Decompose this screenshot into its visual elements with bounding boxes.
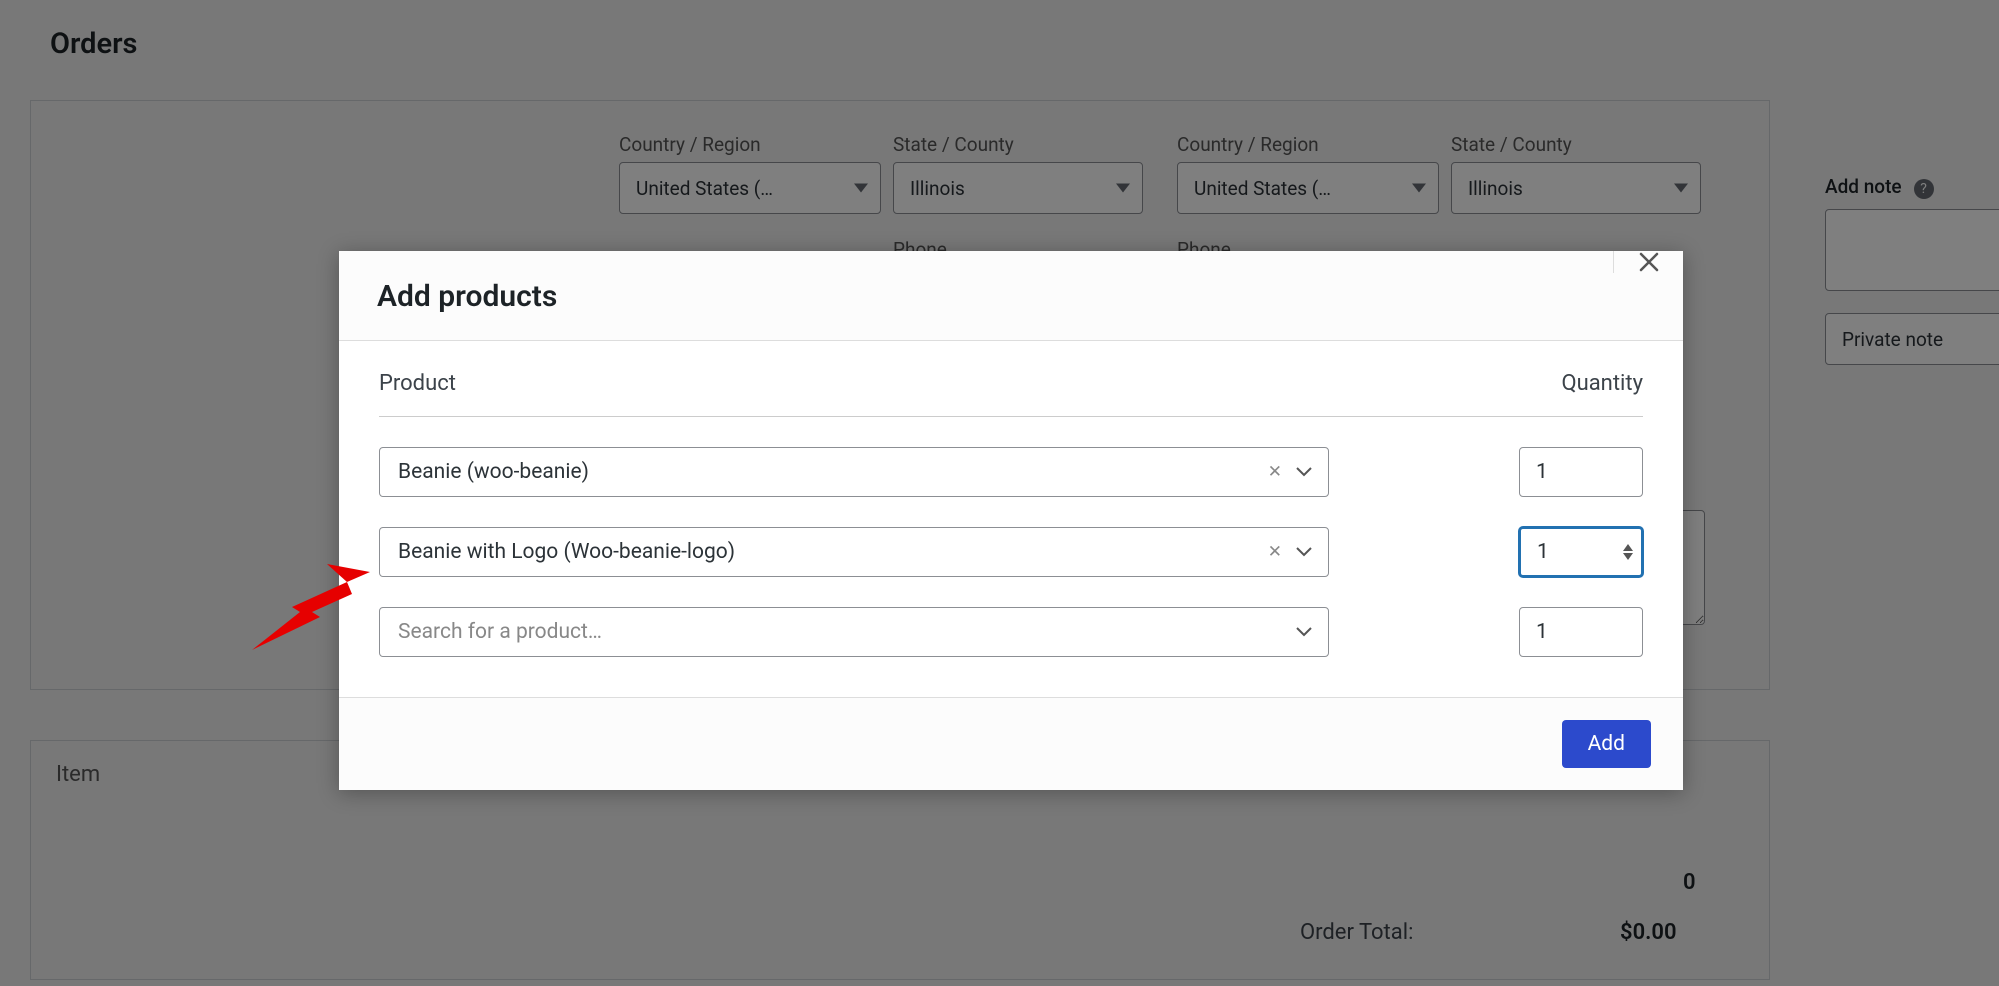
modal-header: Add products: [339, 251, 1683, 341]
product-row: Beanie (woo-beanie) ✕: [379, 447, 1643, 497]
columns-header: Product Quantity: [379, 371, 1643, 417]
product-column-header: Product: [379, 371, 456, 396]
close-button[interactable]: [1613, 251, 1683, 273]
quantity-wrap: [1519, 527, 1643, 577]
decrement-icon[interactable]: [1623, 553, 1633, 560]
add-products-modal: Add products Product Quantity Beanie (wo…: [339, 251, 1683, 790]
product-search-select[interactable]: Search for a product…: [379, 607, 1329, 657]
quantity-wrap: [1519, 447, 1643, 497]
modal-body: Product Quantity Beanie (woo-beanie) ✕ B…: [339, 341, 1683, 697]
product-row: Beanie with Logo (Woo-beanie-logo) ✕: [379, 527, 1643, 577]
quantity-wrap: [1519, 607, 1643, 657]
quantity-stepper[interactable]: [1619, 533, 1637, 571]
product-row: Search for a product…: [379, 607, 1643, 657]
quantity-input[interactable]: [1519, 447, 1643, 497]
product-placeholder: Search for a product…: [398, 620, 602, 644]
modal-footer: Add: [339, 697, 1683, 790]
increment-icon[interactable]: [1623, 544, 1633, 551]
product-select[interactable]: Beanie with Logo (Woo-beanie-logo) ✕: [379, 527, 1329, 577]
chevron-down-icon: [1296, 467, 1312, 477]
chevron-down-icon: [1296, 547, 1312, 557]
quantity-column-header: Quantity: [1561, 371, 1643, 396]
quantity-input[interactable]: [1519, 607, 1643, 657]
modal-title: Add products: [377, 279, 557, 314]
product-value: Beanie with Logo (Woo-beanie-logo): [398, 540, 735, 564]
chevron-down-icon: [1296, 627, 1312, 637]
clear-icon[interactable]: ✕: [1268, 462, 1282, 482]
product-select[interactable]: Beanie (woo-beanie) ✕: [379, 447, 1329, 497]
clear-icon[interactable]: ✕: [1268, 542, 1282, 562]
close-icon: [1638, 251, 1660, 273]
add-button[interactable]: Add: [1562, 720, 1651, 768]
product-value: Beanie (woo-beanie): [398, 460, 589, 484]
